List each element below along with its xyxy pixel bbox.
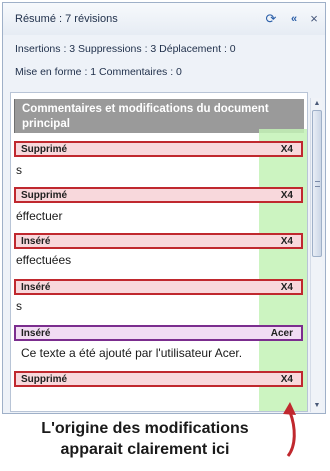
revision-header[interactable]: Supprimé X4 — [14, 371, 303, 387]
revision-text[interactable]: effectuées — [16, 253, 71, 267]
revision-header[interactable]: Inséré Acer — [14, 325, 303, 341]
revision-author: X4 — [280, 282, 293, 293]
revision-header[interactable]: Supprimé X4 — [14, 187, 303, 203]
callout-line1: L'origine des modifications — [41, 420, 249, 437]
revisions-list[interactable]: Commentaires et modifications du documen… — [10, 92, 308, 412]
summary-counts: Insertions : 3 Suppressions : 3 Déplacem… — [15, 43, 236, 55]
collapse-icon[interactable]: « — [286, 11, 302, 27]
callout-arrow-icon — [283, 402, 296, 457]
section-header: Commentaires et modifications du documen… — [14, 99, 304, 133]
refresh-icon[interactable]: ⟳ — [263, 11, 279, 27]
callout-caption: L'origine des modifications apparait cla… — [0, 418, 290, 460]
revision-type: Supprimé — [21, 374, 68, 385]
close-icon[interactable]: × — [306, 11, 322, 27]
revision-author: Acer — [270, 328, 293, 339]
revision-text[interactable]: s — [16, 299, 22, 313]
reviewing-pane: Résumé : 7 révisions ⟳ « × Insertions : … — [2, 2, 326, 414]
callout-line2: apparait clairement ici — [60, 441, 230, 458]
revision-author: X4 — [280, 236, 293, 247]
revision-author: X4 — [280, 190, 293, 201]
scroll-thumb[interactable] — [312, 110, 322, 257]
scroll-down-icon[interactable]: ▼ — [311, 400, 323, 412]
author-highlight — [259, 129, 307, 411]
revision-author: X4 — [280, 144, 293, 155]
revision-type: Inséré — [21, 328, 51, 339]
revision-header[interactable]: Inséré X4 — [14, 233, 303, 249]
vertical-scrollbar[interactable]: ▲ ▼ — [310, 98, 322, 412]
summary-format-counts: Mise en forme : 1 Commentaires : 0 — [15, 66, 182, 78]
revision-type: Inséré — [21, 236, 51, 247]
revision-author: X4 — [280, 374, 293, 385]
revision-type: Supprimé — [21, 144, 68, 155]
scroll-up-icon[interactable]: ▲ — [311, 98, 323, 110]
pane-titlebar: Résumé : 7 révisions ⟳ « × — [3, 3, 325, 35]
revision-header[interactable]: Inséré X4 — [14, 279, 303, 295]
revision-type: Inséré — [21, 282, 51, 293]
revision-text[interactable]: s — [16, 163, 22, 177]
grip-icon — [315, 181, 320, 187]
revision-text[interactable]: Ce texte a été ajouté par l'utilisateur … — [21, 346, 242, 360]
revision-text[interactable]: éffectuer — [16, 209, 62, 223]
revision-header[interactable]: Supprimé X4 — [14, 141, 303, 157]
revision-type: Supprimé — [21, 190, 68, 201]
pane-title: Résumé : 7 révisions — [15, 13, 118, 25]
